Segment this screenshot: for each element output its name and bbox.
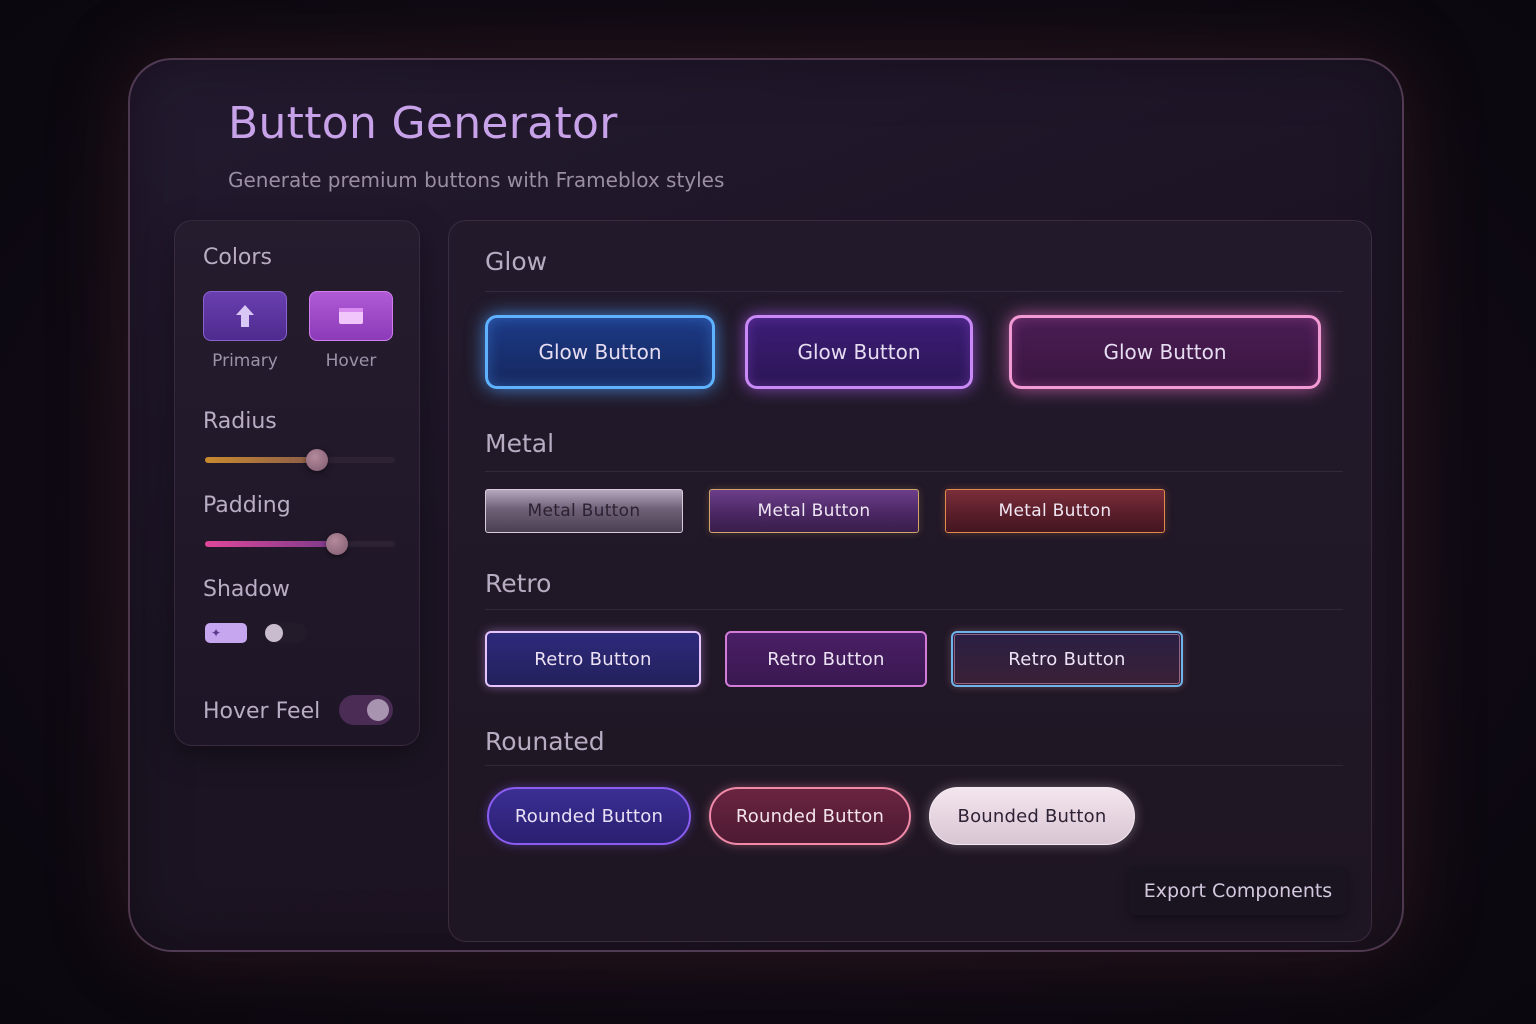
metal-button-purple[interactable]: Metal Button (709, 489, 919, 533)
glow-button-purple[interactable]: Glow Button (745, 315, 973, 389)
retro-button-dusk[interactable]: Retro Button (951, 631, 1183, 687)
glow-button-blue[interactable]: Glow Button (485, 315, 715, 389)
radius-label: Radius (203, 409, 277, 434)
app-window: Button Generator Generate premium button… (128, 58, 1404, 952)
rounded-button-light[interactable]: Bounded Button (929, 787, 1135, 845)
hover-swatch-caption: Hover (325, 351, 377, 371)
page-subtitle: Generate premium buttons with Frameblox … (228, 168, 725, 192)
section-rounded-label: Rounated (485, 727, 605, 756)
arrow-up-icon (236, 305, 254, 327)
radius-slider[interactable] (205, 449, 395, 471)
shadow-label: Shadow (203, 577, 290, 602)
window-icon (339, 308, 363, 324)
section-divider (485, 765, 1343, 766)
primary-color-swatch[interactable] (203, 291, 287, 341)
hover-feel-switch[interactable] (339, 695, 393, 725)
metal-button-copper[interactable]: Metal Button (945, 489, 1165, 533)
padding-slider-fill (205, 541, 338, 547)
shadow-toggle[interactable] (265, 623, 307, 643)
export-components-button[interactable]: Export Components (1129, 867, 1347, 915)
padding-slider[interactable] (205, 533, 395, 555)
shadow-toggle-knob (265, 624, 283, 642)
radius-slider-thumb[interactable] (306, 449, 328, 471)
hover-color-swatch[interactable] (309, 291, 393, 341)
retro-button-indigo[interactable]: Retro Button (485, 631, 701, 687)
radius-slider-fill (205, 457, 317, 463)
padding-label: Padding (203, 493, 291, 518)
section-divider (485, 291, 1343, 292)
metal-button-silver[interactable]: Metal Button (485, 489, 683, 533)
sparkle-icon: ✦ (211, 626, 222, 640)
preview-panel: Glow Glow Button Glow Button Glow Button… (448, 220, 1372, 942)
hover-feel-label: Hover Feel (203, 699, 321, 724)
shadow-preset-chip[interactable]: ✦ (205, 623, 247, 643)
padding-slider-thumb[interactable] (326, 533, 348, 555)
page-title: Button Generator (228, 98, 618, 149)
section-retro-label: Retro (485, 569, 552, 598)
settings-sidebar: Colors Primary Hover Radius Padding Shad… (174, 220, 420, 746)
rounded-button-rose[interactable]: Rounded Button (709, 787, 911, 845)
section-divider (485, 471, 1343, 472)
section-glow-label: Glow (485, 247, 548, 276)
colors-label: Colors (203, 245, 272, 270)
retro-button-magenta[interactable]: Retro Button (725, 631, 927, 687)
hover-feel-switch-knob (367, 699, 389, 721)
primary-swatch-caption: Primary (212, 351, 278, 371)
rounded-button-violet[interactable]: Rounded Button (487, 787, 691, 845)
section-metal-label: Metal (485, 429, 555, 458)
section-divider (485, 609, 1343, 610)
glow-button-pink[interactable]: Glow Button (1009, 315, 1321, 389)
